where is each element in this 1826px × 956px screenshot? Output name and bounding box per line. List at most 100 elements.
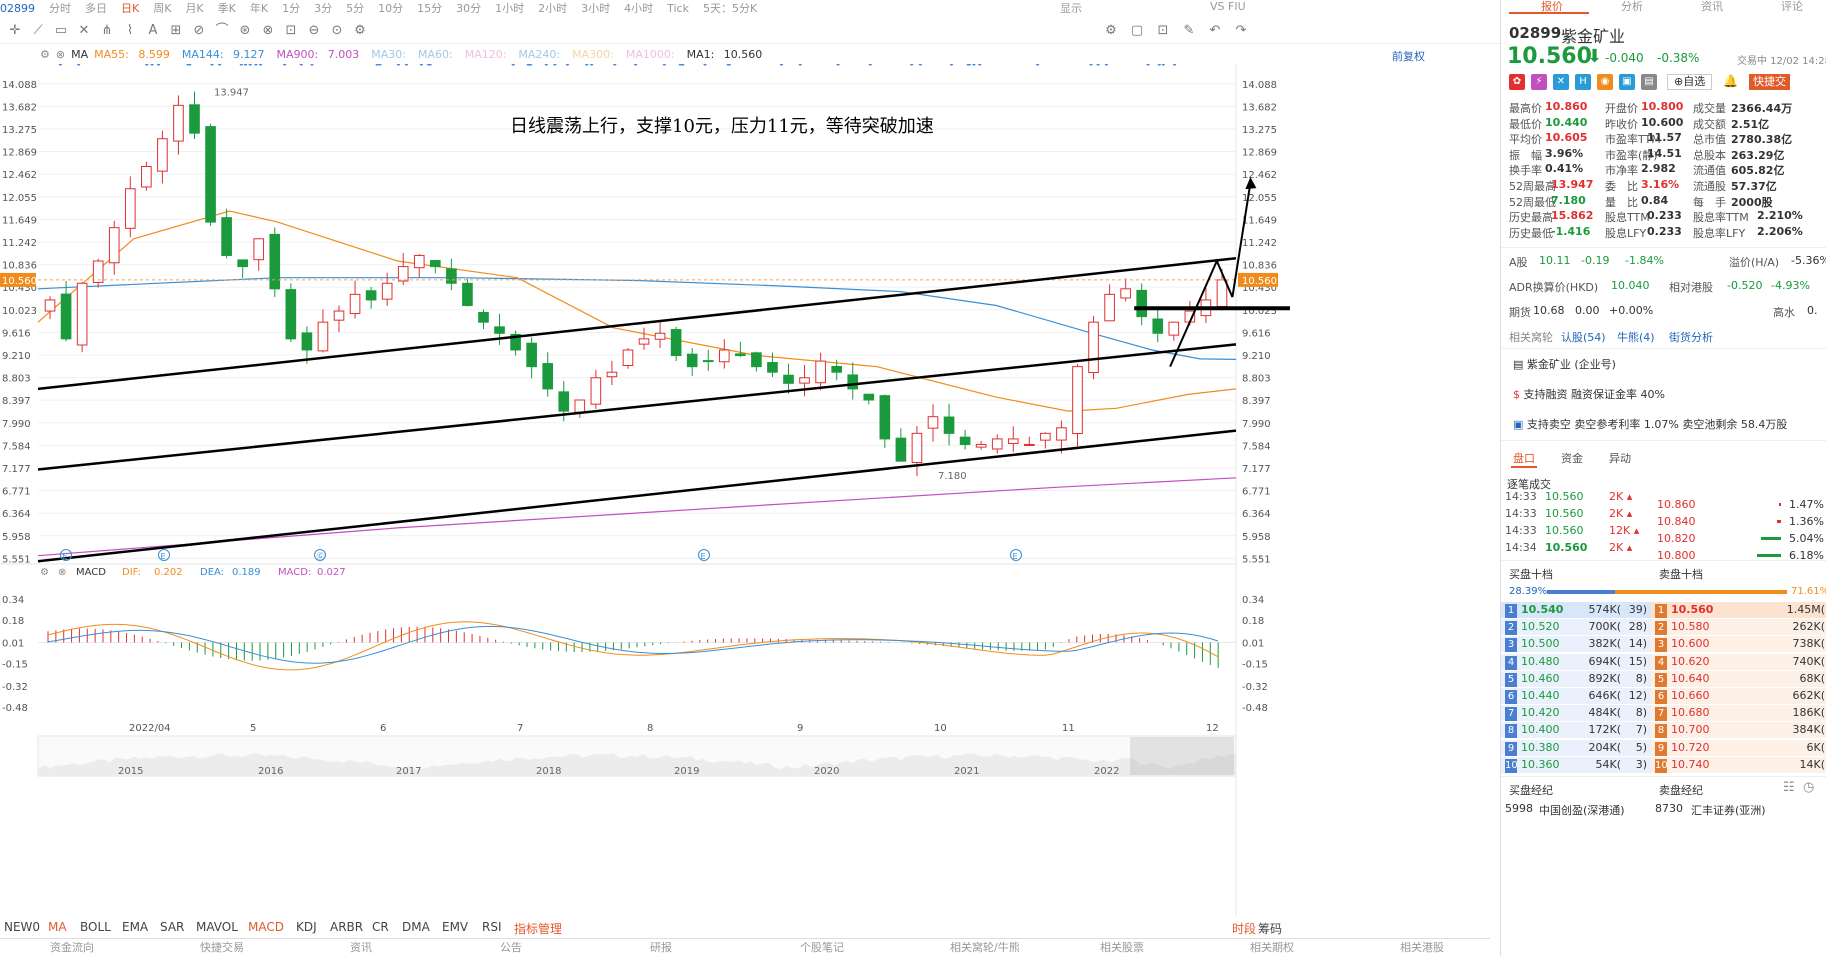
- period-15[interactable]: 3小时: [581, 2, 610, 13]
- quick-trade-button[interactable]: 快捷交: [1749, 74, 1790, 90]
- overview-window[interactable]: [1130, 737, 1234, 775]
- watchlist-button[interactable]: ⊕自选: [1667, 74, 1713, 90]
- gear-tool-icon[interactable]: ⊛: [234, 21, 256, 41]
- period-3[interactable]: 周K: [153, 2, 171, 13]
- trend-line-0[interactable]: [37, 256, 1237, 391]
- period-12[interactable]: 30分: [456, 2, 481, 13]
- eraser-icon[interactable]: ⊘: [188, 21, 210, 41]
- eye-icon[interactable]: ⊙: [326, 21, 348, 41]
- linked-field[interactable]: 认股(54): [1561, 329, 1606, 345]
- undo-icon[interactable]: ↶: [1204, 21, 1226, 41]
- period-1[interactable]: 多日: [85, 2, 107, 13]
- layout-icon[interactable]: ▢: [1126, 21, 1148, 41]
- bottom-tab-2[interactable]: 资讯: [300, 939, 450, 955]
- note-icon[interactable]: ▤: [1641, 74, 1657, 90]
- camera-icon[interactable]: ⊡: [1152, 21, 1174, 41]
- indicator-MAVOL[interactable]: MAVOL: [196, 920, 238, 934]
- footer-right-0[interactable]: 时段: [1232, 920, 1256, 937]
- macd-close-icon[interactable]: ⊗: [58, 567, 66, 578]
- period-7[interactable]: 1分: [282, 2, 300, 13]
- bottom-tab-1[interactable]: 快捷交易: [150, 939, 300, 955]
- period-11[interactable]: 15分: [417, 2, 442, 13]
- period-6[interactable]: 年K: [250, 2, 268, 13]
- bottom-tab-5[interactable]: 个股笔记: [750, 939, 900, 955]
- topbar-right-1[interactable]: VS FIU: [1210, 0, 1246, 13]
- quote-tab-2[interactable]: 资讯: [1701, 0, 1723, 14]
- cross-tool-icon[interactable]: ✕: [73, 21, 95, 41]
- period-18[interactable]: 5天：5分K: [703, 2, 757, 13]
- indicator-NEW0[interactable]: NEW0: [4, 920, 40, 934]
- period-16[interactable]: 4小时: [624, 2, 653, 13]
- bottom-tab-9[interactable]: 相关港股: [1350, 939, 1490, 955]
- bottom-tab-6[interactable]: 相关窝轮/牛熊: [900, 939, 1050, 955]
- wave-tool-icon[interactable]: ⌇: [119, 21, 141, 41]
- settings-icon[interactable]: ⚙: [349, 21, 371, 41]
- indicator-指标管理[interactable]: 指标管理: [514, 920, 562, 937]
- period-13[interactable]: 1小时: [495, 2, 524, 13]
- period-0[interactable]: 分时: [49, 2, 71, 13]
- redo-icon[interactable]: ↷: [1230, 21, 1252, 41]
- lightning-icon[interactable]: ⚡: [1531, 74, 1547, 90]
- period-5[interactable]: 季K: [218, 2, 236, 13]
- bell-icon[interactable]: 🔔: [1723, 74, 1739, 90]
- sub-tab-2[interactable]: 异动: [1609, 450, 1631, 466]
- chart-settings-icon[interactable]: ⚙: [1100, 21, 1122, 41]
- indicator-EMA[interactable]: EMA: [122, 920, 148, 934]
- text-tool-icon[interactable]: A: [142, 21, 164, 41]
- hide-icon[interactable]: ⊖: [303, 21, 325, 41]
- indicator-MACD[interactable]: MACD: [248, 920, 284, 934]
- period-10[interactable]: 10分: [378, 2, 403, 13]
- period-9[interactable]: 5分: [346, 2, 364, 13]
- grid-tool-icon[interactable]: ⊞: [165, 21, 187, 41]
- pen-icon[interactable]: ✎: [1178, 21, 1200, 41]
- fork-tool-icon[interactable]: ⋔: [96, 21, 118, 41]
- doc-icon[interactable]: ▣: [1619, 74, 1635, 90]
- linked-field[interactable]: 街货分析: [1669, 329, 1713, 345]
- bottom-tab-7[interactable]: 相关股票: [1050, 939, 1200, 955]
- indicator-EMV[interactable]: EMV: [442, 920, 468, 934]
- price-chart[interactable]: 14.088 14.088 13.682 13.682 13.275 13.275 12.8…: [0, 64, 1290, 916]
- x-icon[interactable]: ✕: [1553, 74, 1569, 90]
- company-info[interactable]: ▤ 紫金矿业 (企业号): [1513, 356, 1616, 372]
- period-14[interactable]: 2小时: [538, 2, 567, 13]
- ma-settings-icon[interactable]: ⚙: [40, 48, 50, 61]
- indicator-RSI[interactable]: RSI: [482, 920, 502, 934]
- h-icon[interactable]: H: [1575, 74, 1591, 90]
- lock-icon[interactable]: ⊡: [280, 21, 302, 41]
- list-icon[interactable]: ☷: [1783, 780, 1795, 795]
- delete-icon[interactable]: ⊗: [257, 21, 279, 41]
- period-2[interactable]: 日K: [121, 2, 139, 13]
- period-17[interactable]: Tick: [667, 2, 689, 13]
- bottom-tab-3[interactable]: 公告: [450, 939, 600, 955]
- indicator-BOLL[interactable]: BOLL: [80, 920, 111, 934]
- footer-right-1[interactable]: 筹码: [1258, 920, 1282, 937]
- linked-field[interactable]: 牛熊(4): [1617, 329, 1655, 345]
- period-4[interactable]: 月K: [185, 2, 203, 13]
- sub-tab-1[interactable]: 资金: [1561, 450, 1583, 466]
- eye-icon[interactable]: ◉: [1597, 74, 1613, 90]
- clock-icon[interactable]: ◷: [1803, 780, 1814, 795]
- stock-code-tab[interactable]: 02899: [0, 2, 35, 13]
- crosshair-icon[interactable]: ✛: [4, 21, 26, 41]
- indicator-SAR[interactable]: SAR: [160, 920, 184, 934]
- indicator-MA[interactable]: MA: [48, 920, 67, 934]
- quote-tab-1[interactable]: 分析: [1621, 0, 1643, 14]
- bottom-tab-0[interactable]: 资金流向: [0, 939, 150, 955]
- period-8[interactable]: 3分: [314, 2, 332, 13]
- sub-tab-0[interactable]: 盘口: [1513, 450, 1535, 466]
- indicator-DMA[interactable]: DMA: [402, 920, 430, 934]
- bottom-tab-8[interactable]: 相关期权: [1200, 939, 1350, 955]
- adjust-button[interactable]: 前复权: [1392, 48, 1425, 64]
- indicator-KDJ[interactable]: KDJ: [296, 920, 317, 934]
- indicator-CR[interactable]: CR: [372, 920, 389, 934]
- indicator-ARBR[interactable]: ARBR: [330, 920, 363, 934]
- hk-flag-icon[interactable]: ✿: [1509, 74, 1525, 90]
- topbar-right-0[interactable]: 显示: [1060, 0, 1082, 13]
- macd-settings-icon[interactable]: ⚙: [40, 567, 49, 578]
- quote-tab-3[interactable]: 评论: [1781, 0, 1803, 14]
- arc-tool-icon[interactable]: ⌒: [211, 21, 233, 41]
- rect-tool-icon[interactable]: ▭: [50, 21, 72, 41]
- bottom-tab-4[interactable]: 研报: [600, 939, 750, 955]
- ma-close-icon[interactable]: ⊗: [56, 48, 65, 61]
- line-tool-icon[interactable]: ⟋: [27, 21, 49, 41]
